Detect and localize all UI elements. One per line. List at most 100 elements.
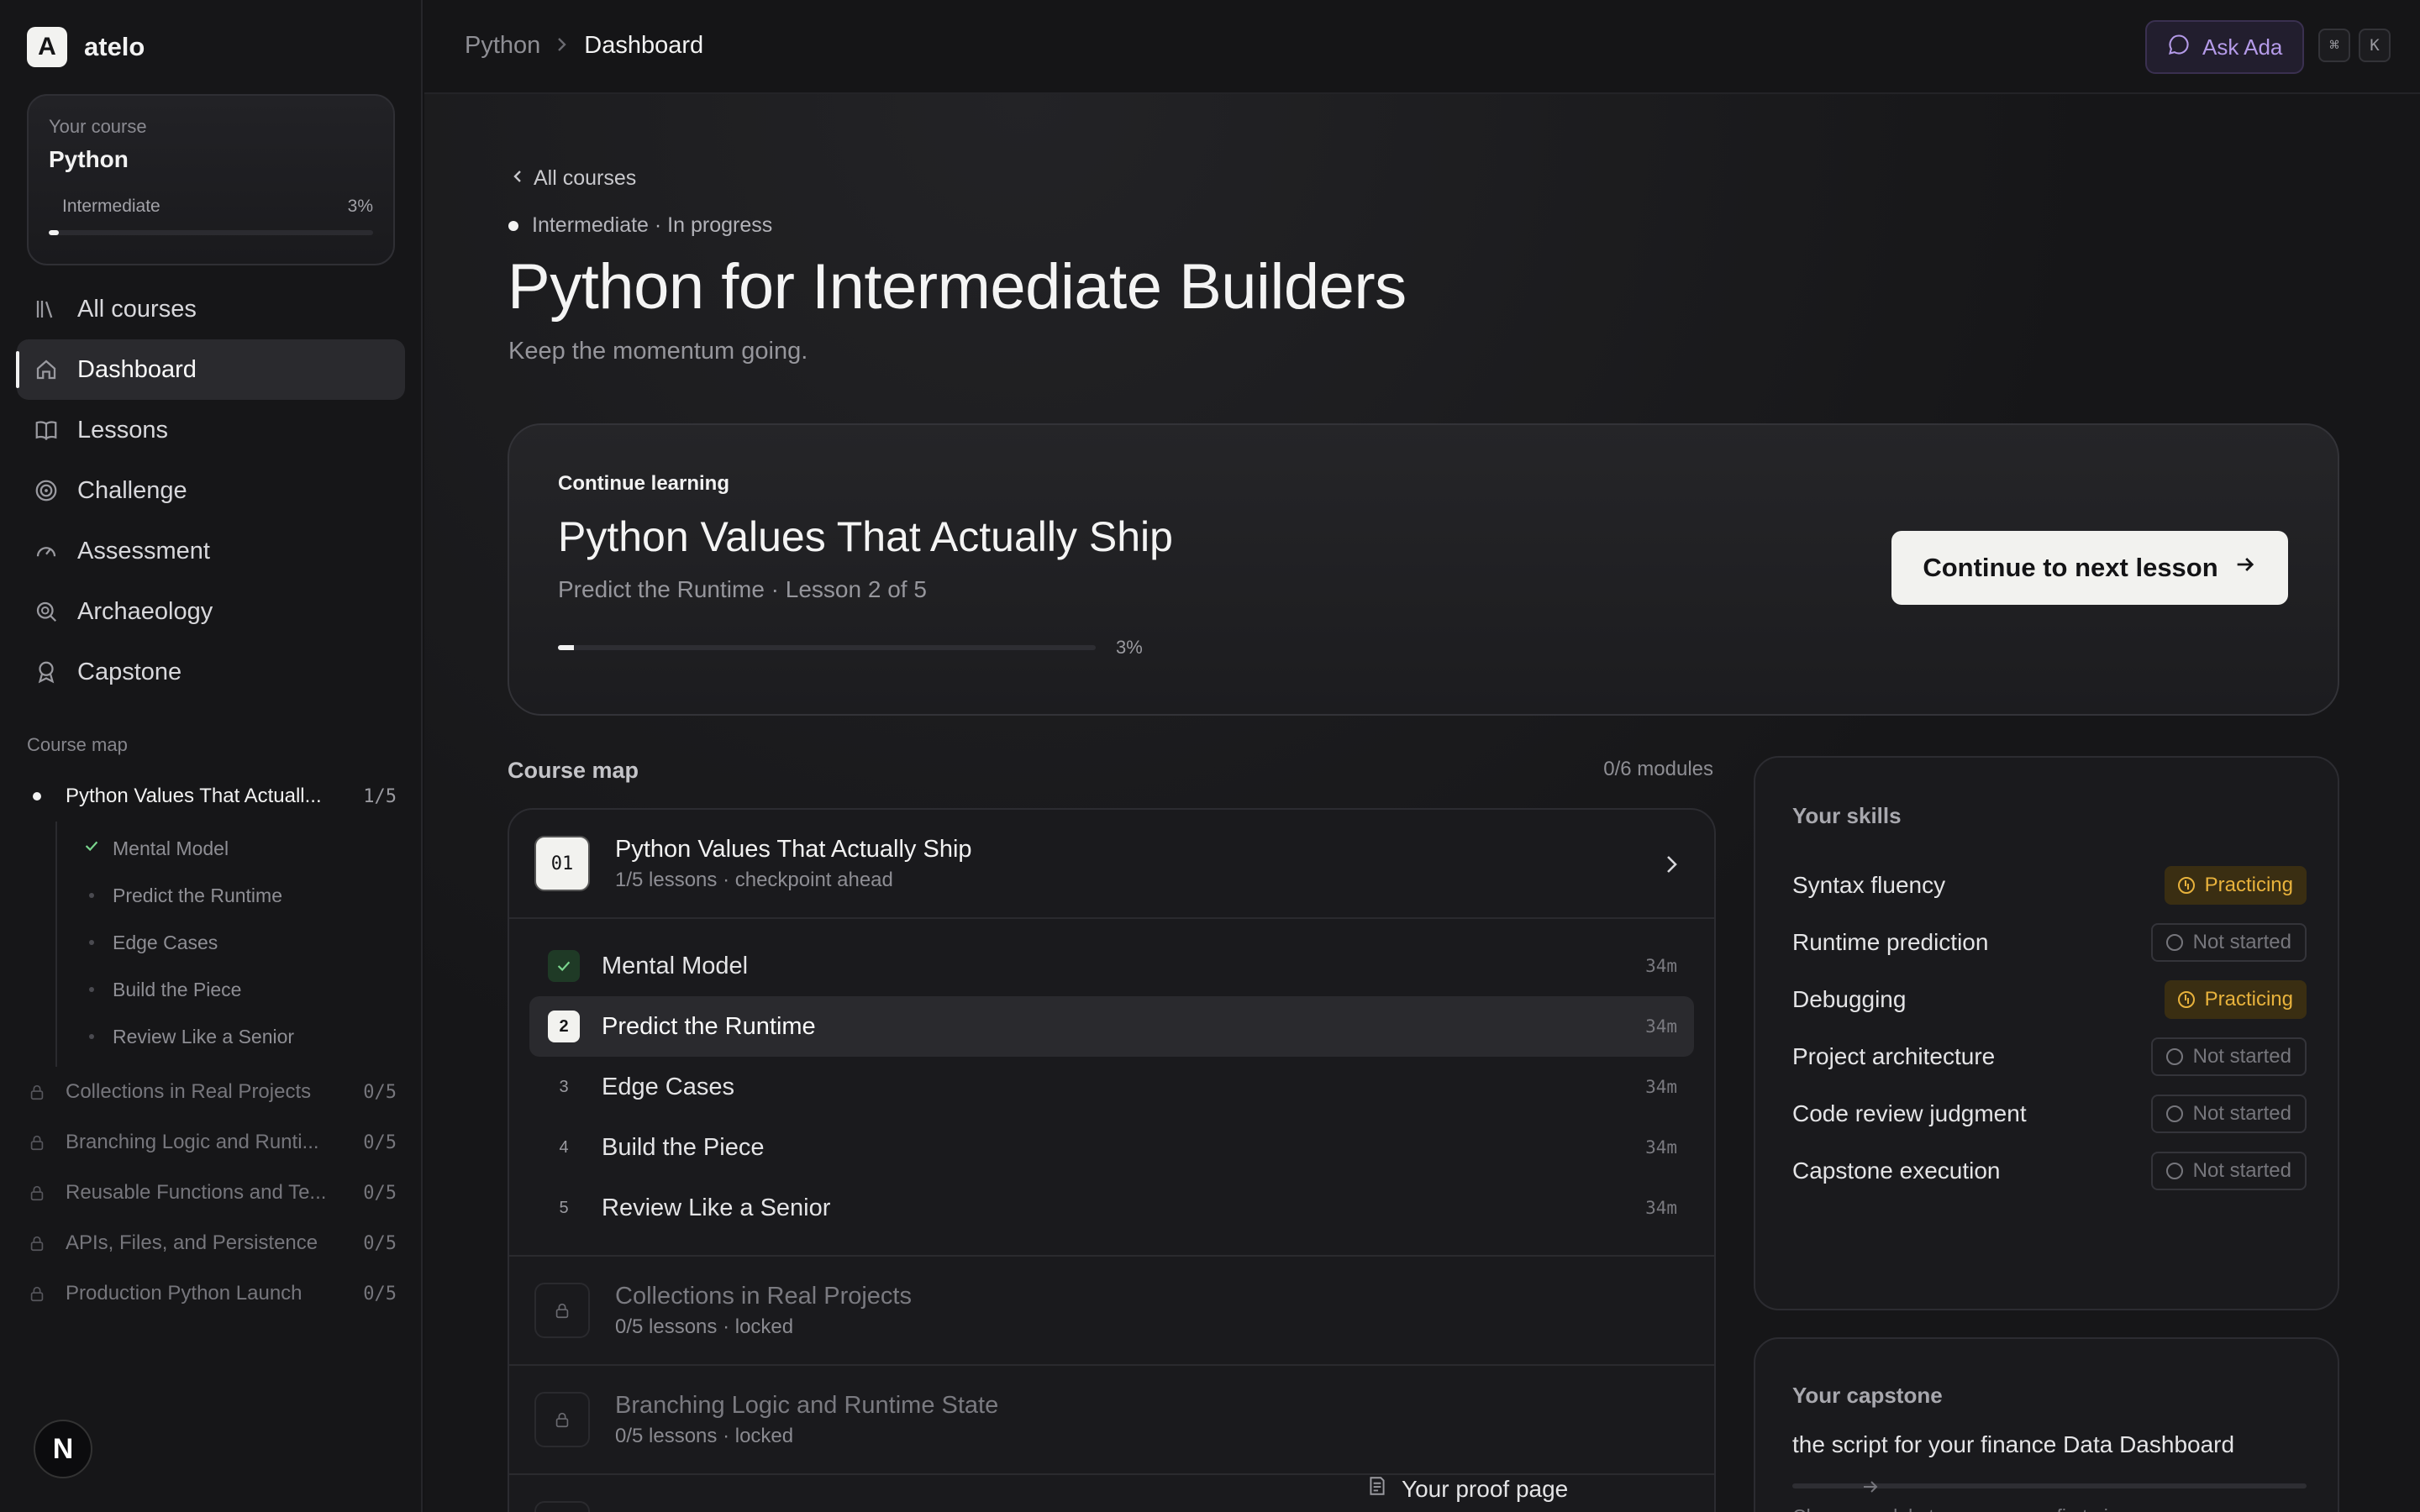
sidebar-item-lessons[interactable]: Lessons — [17, 400, 405, 460]
lesson-name: Build the Piece — [602, 1133, 765, 1161]
sidebar-lesson[interactable]: Build the Piece — [82, 966, 397, 1013]
skill-name: Capstone execution — [1792, 1158, 2001, 1184]
sidebar-item-label: Dashboard — [77, 355, 197, 383]
skill-status: Practicing — [2204, 988, 2293, 1011]
current-course-card[interactable]: Your course Python Intermediate 3% — [27, 94, 395, 265]
bullet-icon — [89, 893, 94, 898]
skill-status-badge: Practicing — [2164, 980, 2307, 1019]
home-icon — [34, 357, 59, 382]
skill-row: Project architecture Not started — [1792, 1037, 2307, 1077]
breadcrumb: Python Dashboard — [465, 32, 703, 60]
bullet-icon — [89, 1034, 94, 1039]
continue-button-label: Continue to next lesson — [1923, 553, 2218, 582]
sidebar-item-label: Lessons — [77, 416, 169, 444]
lesson-row[interactable]: Mental Model 34m — [529, 936, 1694, 996]
sidebar-module-locked[interactable]: Collections in Real Projects 0/5 — [27, 1067, 397, 1117]
kbd-k: K — [2359, 29, 2391, 62]
course-progress-bar — [49, 230, 373, 235]
lesson-duration: 34m — [1645, 1198, 1677, 1218]
breadcrumb-root[interactable]: Python — [465, 32, 540, 60]
sidebar-item-capstone[interactable]: Capstone — [17, 642, 405, 702]
proof-page-link[interactable]: Your proof page — [1366, 1475, 1881, 1503]
course-map-title: Course map — [508, 758, 639, 783]
circle-icon — [2165, 1163, 2183, 1179]
skill-status: Not started — [2192, 931, 2291, 953]
sidebar-module-locked[interactable]: Reusable Functions and Te... 0/5 — [27, 1168, 397, 1218]
sidebar-map-title: Course map — [27, 734, 128, 755]
locked-module[interactable]: Collections in Real Projects 0/5 lessons … — [509, 1257, 1714, 1366]
skill-row: Debugging Practicing — [1792, 979, 2307, 1020]
sidebar-lesson[interactable]: Edge Cases — [82, 919, 397, 966]
library-icon — [34, 297, 59, 322]
module-count: 0/5 — [363, 1131, 397, 1153]
skill-status-badge: Practicing — [2164, 866, 2307, 905]
lesson-row[interactable]: 3 Edge Cases 34m — [529, 1057, 1694, 1117]
sidebar-lesson[interactable]: Review Like a Senior — [82, 1013, 397, 1060]
skill-row: Runtime prediction Not started — [1792, 922, 2307, 963]
course-card-name: Python — [49, 146, 129, 172]
ask-ada-button[interactable]: Ask Ada — [2145, 20, 2305, 74]
locked-module[interactable]: Branching Logic and Runtime State 0/5 les… — [509, 1366, 1714, 1475]
sidebar-item-assessment[interactable]: Assessment — [17, 521, 405, 581]
continue-progress-bar — [558, 645, 1096, 650]
course-status-text: Intermediate · In progress — [532, 213, 773, 237]
sidebar-lesson[interactable]: Predict the Runtime — [82, 872, 397, 919]
bullet-icon — [89, 987, 94, 992]
continue-lesson-info: Predict the Runtime · Lesson 2 of 5 — [558, 576, 927, 602]
lesson-number: 2 — [548, 1011, 580, 1042]
skill-row: Code review judgment Not started — [1792, 1094, 2307, 1134]
sidebar-item-label: Assessment — [77, 537, 210, 564]
lesson-row[interactable]: 2 Predict the Runtime 34m — [529, 996, 1694, 1057]
sidebar-module-locked[interactable]: APIs, Files, and Persistence 0/5 — [27, 1218, 397, 1268]
course-progress-fill — [49, 230, 59, 235]
circle-icon — [2165, 934, 2183, 951]
module-meta: 0/5 lessons · locked — [615, 1424, 794, 1447]
brand[interactable]: A atelo — [27, 27, 145, 67]
module-label: Production Python Launch — [66, 1282, 302, 1305]
module-meta: 1/5 lessons · checkpoint ahead — [615, 868, 893, 891]
lesson-name: Mental Model — [602, 952, 749, 979]
page-title: Python for Intermediate Builders — [508, 251, 1407, 323]
sidebar-item-all-courses[interactable]: All courses — [17, 279, 405, 339]
sidebar-module-locked[interactable]: Branching Logic and Runti... 0/5 — [27, 1117, 397, 1168]
sidebar-lesson[interactable]: Mental Model — [82, 825, 397, 872]
lesson-row[interactable]: 5 Review Like a Senior 34m — [529, 1178, 1694, 1238]
continue-next-lesson-button[interactable]: Continue to next lesson — [1891, 531, 2288, 605]
brand-name: atelo — [84, 32, 145, 61]
lesson-duration: 34m — [1645, 1077, 1677, 1097]
sidebar-item-label: All courses — [77, 295, 197, 323]
course-status: Intermediate · In progress — [508, 213, 772, 238]
clock-icon — [2177, 877, 2195, 894]
avatar[interactable]: N — [34, 1420, 92, 1478]
lock-icon — [28, 1184, 46, 1202]
sidebar-item-dashboard[interactable]: Dashboard — [16, 339, 405, 400]
sidebar-item-challenge[interactable]: Challenge — [17, 460, 405, 521]
app-root: A atelo Your course Python Intermediate … — [0, 0, 2420, 1512]
course-level: Intermediate — [62, 197, 160, 216]
back-link[interactable]: All courses — [512, 166, 636, 191]
course-map-count: 0/6 modules — [1603, 758, 1713, 780]
module-header[interactable]: 01 Python Values That Actually Ship 1/5 … — [509, 810, 1714, 919]
skill-status: Not started — [2192, 1102, 2291, 1125]
module-count: 0/5 — [363, 1232, 397, 1254]
kbd-cmd: ⌘ — [2318, 29, 2350, 62]
sidebar: A atelo Your course Python Intermediate … — [0, 0, 423, 1512]
sidebar-item-label: Archaeology — [77, 597, 213, 625]
lesson-row[interactable]: 4 Build the Piece 34m — [529, 1117, 1694, 1178]
sidebar-item-label: Challenge — [77, 476, 187, 504]
skill-status-badge: Not started — [2150, 1152, 2307, 1190]
document-icon — [1366, 1475, 1388, 1503]
sidebar-module-current[interactable]: Python Values That Actuall... 1/5 — [27, 771, 397, 822]
circle-icon — [2165, 1105, 2183, 1122]
ask-ada-label: Ask Ada — [2202, 34, 2283, 60]
continue-module-title: Python Values That Actually Ship — [558, 513, 1173, 560]
sidebar-item-archaeology[interactable]: Archaeology — [17, 581, 405, 642]
lock-icon — [534, 1501, 590, 1512]
sidebar-module-locked[interactable]: Production Python Launch 0/5 — [27, 1268, 397, 1319]
module-count: 1/5 — [363, 785, 397, 807]
lesson-name: Predict the Runtime — [602, 1012, 816, 1040]
sidebar-course-map: Python Values That Actuall... 1/5 Mental M… — [27, 771, 397, 1319]
lesson-duration: 34m — [1645, 1137, 1677, 1158]
module-label: Collections in Real Projects — [66, 1080, 312, 1103]
current-dot-icon — [33, 792, 41, 801]
